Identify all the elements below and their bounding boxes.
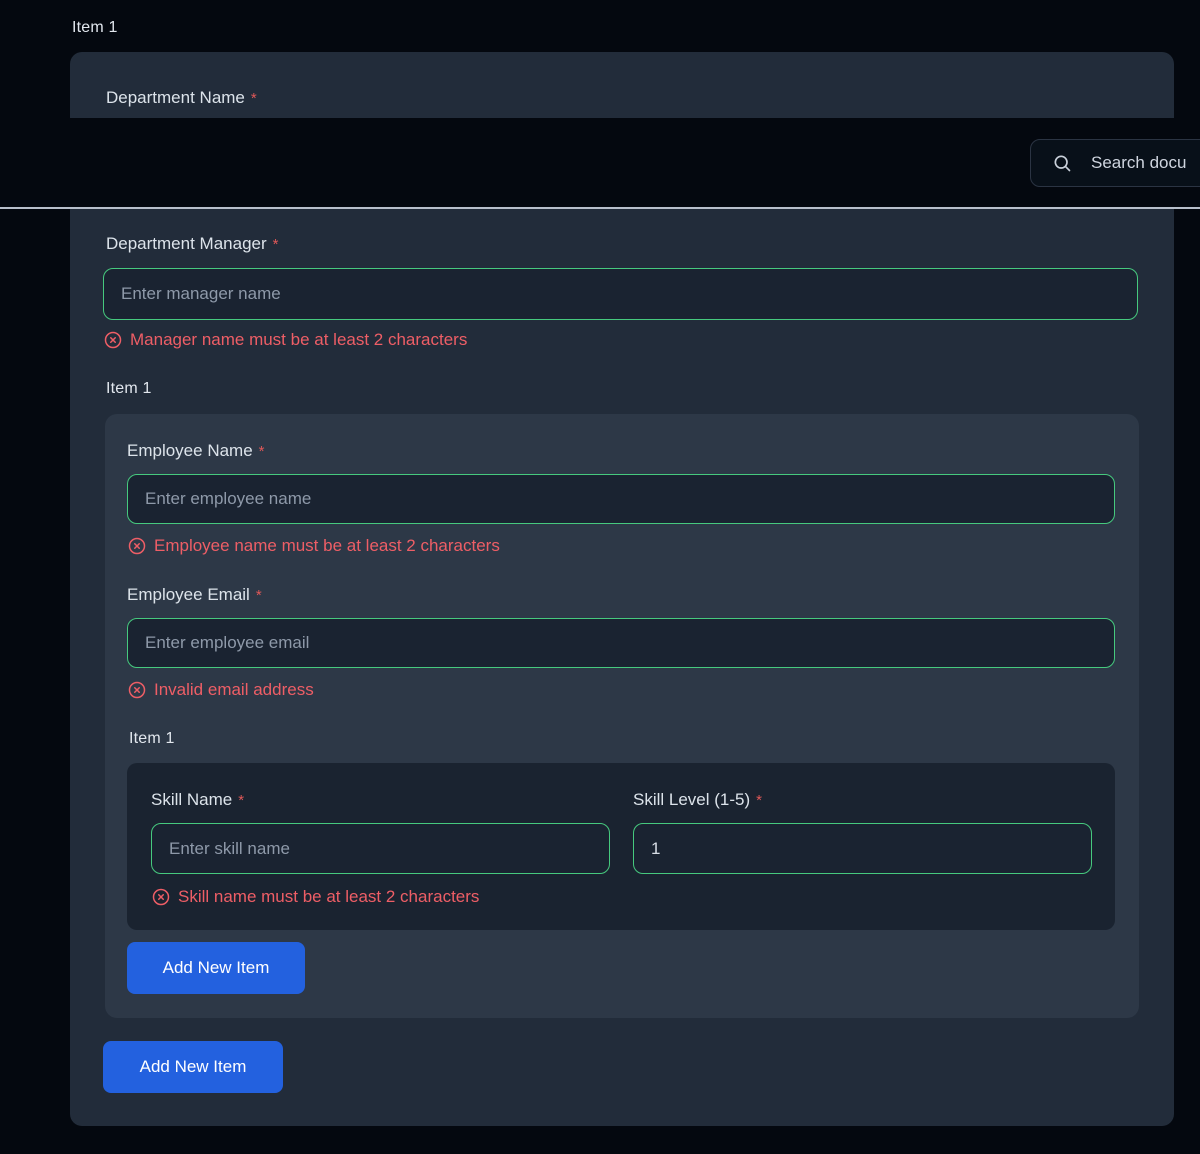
employee-name-input[interactable] xyxy=(127,474,1115,524)
skill-name-label: Skill Name* xyxy=(151,790,244,810)
skill-level-input[interactable] xyxy=(633,823,1092,874)
required-asterisk: * xyxy=(273,236,279,253)
top-item-label: Item 1 xyxy=(72,19,118,37)
required-asterisk: * xyxy=(256,587,262,604)
required-asterisk: * xyxy=(259,443,265,460)
error-circle-x-icon xyxy=(104,331,122,349)
employee-email-label: Employee Email* xyxy=(127,585,262,605)
skill-card: Skill Name* Skill Level (1-5)* Skill nam… xyxy=(127,763,1115,930)
search-input[interactable]: Search docu xyxy=(1030,139,1200,187)
sticky-header: Search docu xyxy=(0,118,1200,209)
skill-name-error: Skill name must be at least 2 characters xyxy=(152,887,479,907)
error-circle-x-icon xyxy=(128,681,146,699)
employee-card: Employee Name* Employee name must be at … xyxy=(105,414,1139,1018)
department-card: Department Manager* Manager name must be… xyxy=(70,209,1174,1126)
employee-email-error: Invalid email address xyxy=(128,680,314,700)
department-manager-label: Department Manager* xyxy=(106,234,278,254)
add-skill-button[interactable]: Add New Item xyxy=(127,942,305,994)
employee-name-label: Employee Name* xyxy=(127,441,265,461)
skill-level-label: Skill Level (1-5)* xyxy=(633,790,762,810)
add-employee-button[interactable]: Add New Item xyxy=(103,1041,283,1093)
search-text: Search docu xyxy=(1091,153,1186,173)
required-asterisk: * xyxy=(251,90,257,107)
employee-name-error-text: Employee name must be at least 2 charact… xyxy=(154,536,500,556)
required-asterisk: * xyxy=(756,792,762,809)
employee-email-input[interactable] xyxy=(127,618,1115,668)
skill-name-input[interactable] xyxy=(151,823,610,874)
department-manager-input[interactable] xyxy=(103,268,1138,320)
employee-name-error: Employee name must be at least 2 charact… xyxy=(128,536,500,556)
manager-error-text: Manager name must be at least 2 characte… xyxy=(130,330,467,350)
search-icon xyxy=(1052,153,1072,173)
skill-name-error-text: Skill name must be at least 2 characters xyxy=(178,887,479,907)
employee-item-label: Item 1 xyxy=(106,380,152,398)
error-circle-x-icon xyxy=(128,537,146,555)
skill-item-label: Item 1 xyxy=(129,730,175,748)
department-name-label: Department Name* xyxy=(106,88,257,108)
department-card-top: Department Name* xyxy=(70,52,1174,118)
page: Item 1 Department Name* Search docu Depa… xyxy=(0,0,1200,1154)
employee-email-error-text: Invalid email address xyxy=(154,680,314,700)
manager-error: Manager name must be at least 2 characte… xyxy=(104,330,467,350)
required-asterisk: * xyxy=(238,792,244,809)
error-circle-x-icon xyxy=(152,888,170,906)
